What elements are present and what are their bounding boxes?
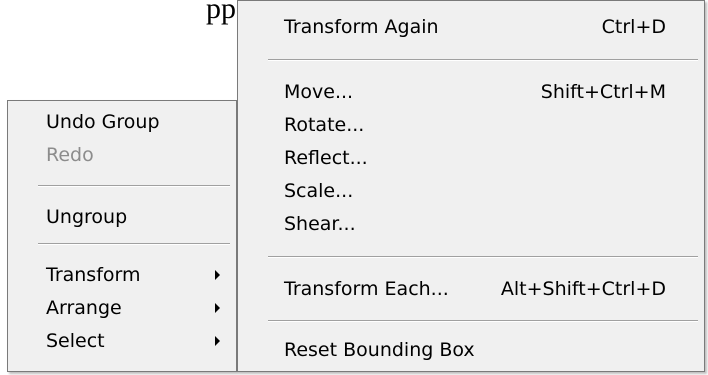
menu-separator: [268, 320, 698, 322]
menu-item-label: Shear...: [284, 213, 356, 235]
menu-item-label: Move...: [284, 81, 354, 103]
menu-item-shortcut: Alt+Shift+Ctrl+D: [500, 278, 666, 300]
menu-item-scale[interactable]: Scale...: [238, 174, 704, 208]
menu-item-undo-group[interactable]: Undo Group: [8, 105, 236, 139]
submenu-arrow-icon: [215, 303, 220, 313]
submenu-arrow-icon: [215, 336, 220, 346]
transform-submenu: Transform Again Ctrl+D Move... Shift+Ctr…: [237, 0, 705, 372]
menu-separator: [38, 185, 230, 187]
menu-item-shortcut: Ctrl+D: [601, 16, 666, 38]
menu-item-label: Ungroup: [46, 206, 128, 228]
menu-item-label: Reflect...: [284, 147, 368, 169]
context-menu: Undo Group Redo Ungroup Transform Arrang…: [7, 100, 237, 372]
menu-item-rotate[interactable]: Rotate...: [238, 108, 704, 142]
menu-item-reset-bounding-box[interactable]: Reset Bounding Box: [238, 333, 704, 367]
menu-separator: [38, 243, 230, 245]
menu-item-label: Undo Group: [46, 111, 160, 133]
background-title-fragment: pp: [0, 0, 236, 48]
menu-separator: [268, 256, 698, 258]
menu-item-label: Redo: [46, 144, 94, 166]
menu-item-arrange[interactable]: Arrange: [8, 291, 236, 325]
menu-item-label: Select: [46, 330, 105, 352]
menu-separator: [268, 59, 698, 61]
menu-item-move[interactable]: Move... Shift+Ctrl+M: [238, 75, 704, 109]
background-title-text: pp: [206, 0, 236, 25]
menu-item-label: Transform: [46, 264, 141, 286]
submenu-arrow-icon: [215, 270, 220, 280]
menu-item-select[interactable]: Select: [8, 324, 236, 358]
menu-item-redo: Redo: [8, 138, 236, 172]
menu-item-ungroup[interactable]: Ungroup: [8, 200, 236, 234]
menu-item-label: Transform Each...: [284, 278, 449, 300]
menu-item-transform[interactable]: Transform: [8, 258, 236, 292]
menu-item-shear[interactable]: Shear...: [238, 207, 704, 241]
menu-item-label: Scale...: [284, 180, 354, 202]
menu-item-reflect[interactable]: Reflect...: [238, 141, 704, 175]
menu-item-transform-again[interactable]: Transform Again Ctrl+D: [238, 10, 704, 44]
menu-item-label: Arrange: [46, 297, 122, 319]
menu-item-label: Transform Again: [284, 16, 439, 38]
menu-item-label: Rotate...: [284, 114, 365, 136]
menu-item-label: Reset Bounding Box: [284, 339, 475, 361]
menu-item-shortcut: Shift+Ctrl+M: [540, 81, 666, 103]
menu-item-transform-each[interactable]: Transform Each... Alt+Shift+Ctrl+D: [238, 272, 704, 306]
